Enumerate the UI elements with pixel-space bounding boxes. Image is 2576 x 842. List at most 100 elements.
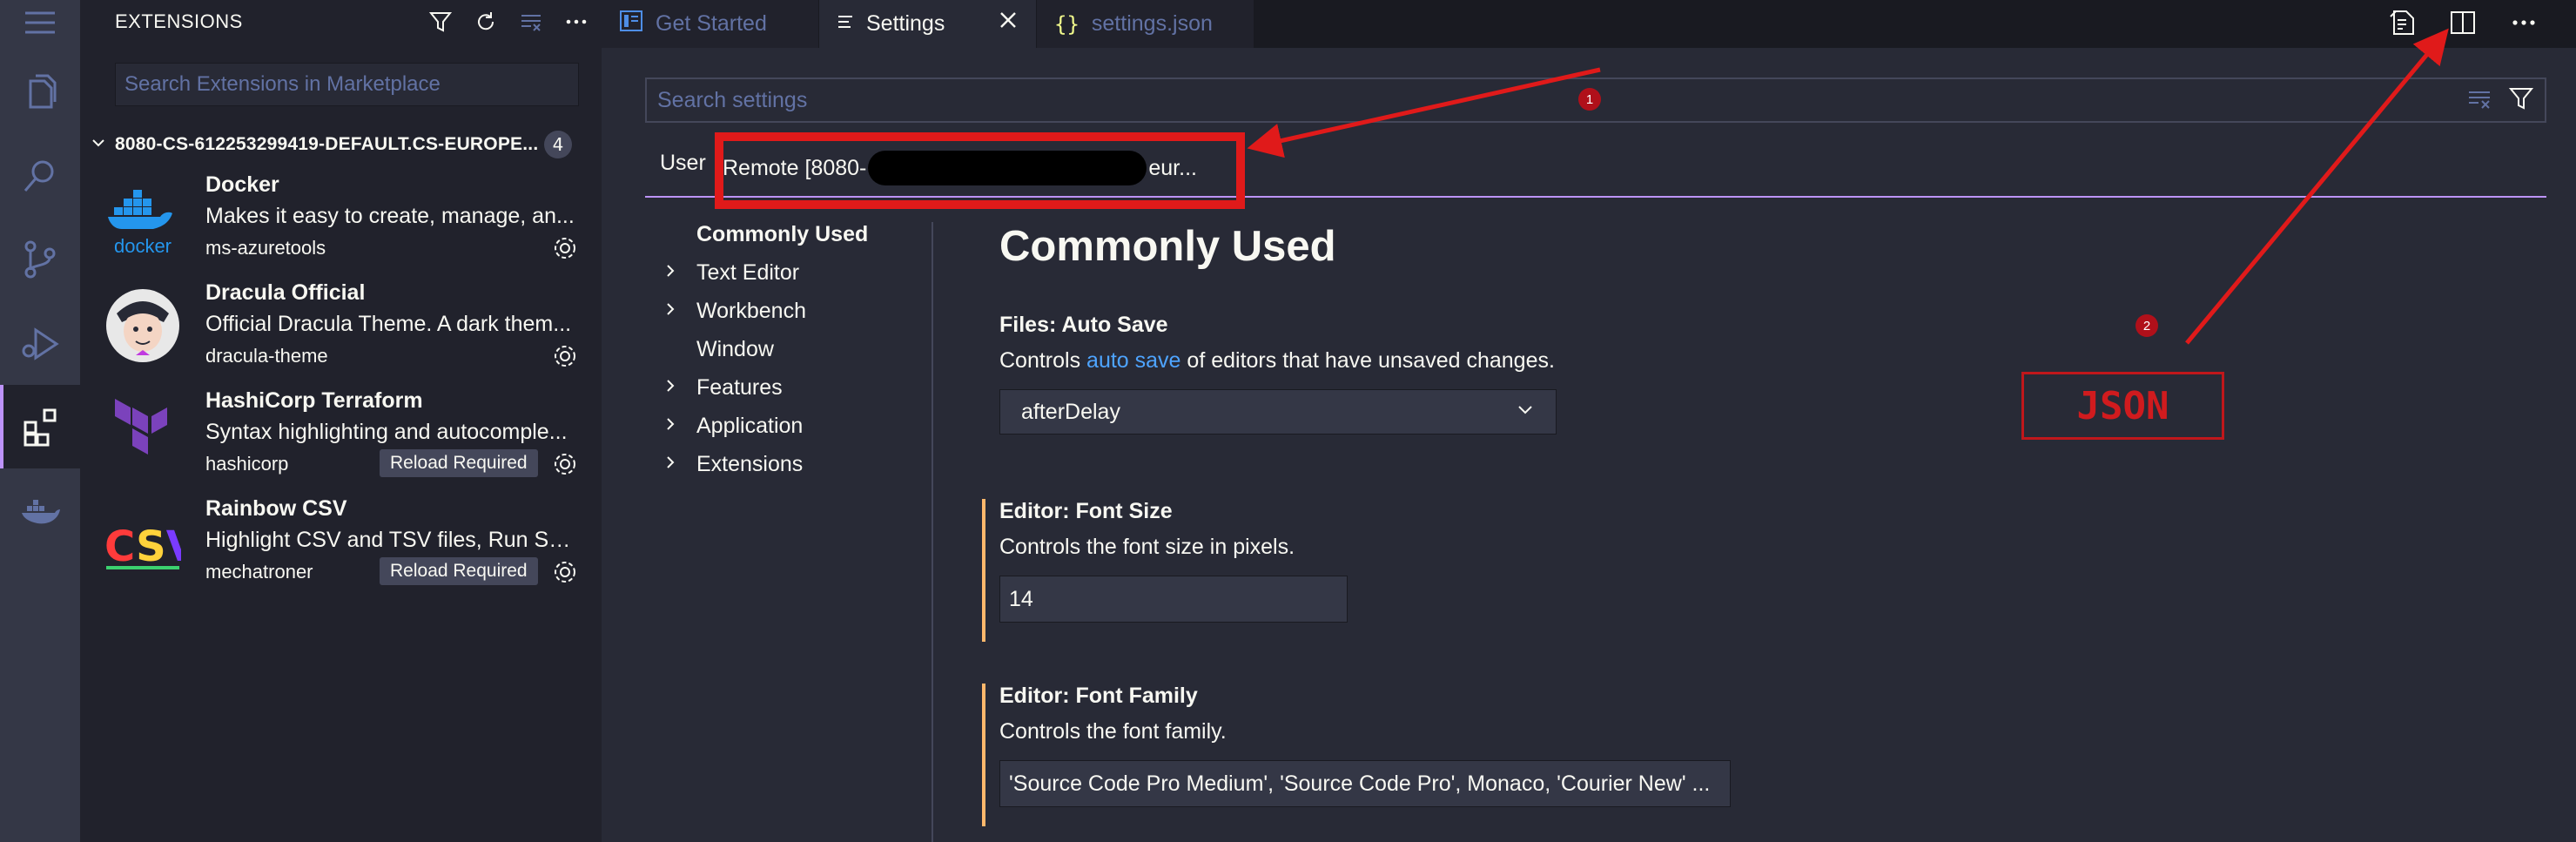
settings-search-box[interactable] <box>645 77 2546 123</box>
extension-item-terraform[interactable]: HashiCorp Terraform Syntax highlighting … <box>80 383 602 491</box>
setting-label: Files: Auto Save <box>999 313 1168 337</box>
auto-save-link[interactable]: auto save <box>1086 348 1180 373</box>
tab-settings[interactable]: Settings <box>819 0 1037 48</box>
setting-label: Editor: Font Size <box>999 499 1173 523</box>
docker-icon[interactable] <box>0 468 80 552</box>
reload-required-badge[interactable]: Reload Required <box>380 557 538 585</box>
tab-user-settings[interactable]: User <box>660 151 706 176</box>
extension-description: Official Dracula Theme. A dark them... <box>205 312 572 336</box>
explorer-icon[interactable] <box>0 51 80 134</box>
open-settings-json-icon[interactable] <box>2384 5 2419 40</box>
extension-description: Highlight CSV and TSV files, Run SQ... <box>205 528 580 552</box>
section-title: Commonly Used <box>999 223 1336 270</box>
toc-label: Features <box>696 374 783 400</box>
toc-item-application[interactable]: Application <box>645 407 941 445</box>
toc-label: Commonly Used <box>696 221 869 246</box>
tab-label: Get Started <box>656 11 767 36</box>
toc-item-commonly-used[interactable]: Commonly Used <box>645 215 941 253</box>
setting-files-auto-save: Files: Auto Save Controls auto save of e… <box>982 313 1766 434</box>
tab-label: settings.json <box>1091 11 1213 36</box>
extension-name: HashiCorp Terraform <box>205 388 423 413</box>
remote-scope-suffix: eur... <box>1148 155 1197 180</box>
reload-required-badge[interactable]: Reload Required <box>380 449 538 477</box>
clear-search-icon[interactable] <box>2466 85 2492 115</box>
settings-lines-icon <box>837 12 854 37</box>
setting-description: Controls the font size in pixels. <box>999 535 1295 559</box>
remote-group-header[interactable]: 8080-CS-612253299419-DEFAULT.CS-EUROPE..… <box>80 127 602 162</box>
extension-name: Docker <box>205 172 279 197</box>
manage-gear-icon[interactable] <box>550 449 580 479</box>
extension-publisher: ms-azuretools <box>205 237 326 259</box>
source-control-icon[interactable] <box>0 218 80 301</box>
manage-gear-icon[interactable] <box>550 233 580 263</box>
tab-label: Settings <box>866 11 945 36</box>
extensions-icon[interactable] <box>0 385 80 468</box>
dracula-logo-icon <box>104 287 181 364</box>
setting-editor-font-family: Editor: Font Family Controls the font fa… <box>982 684 1766 826</box>
remote-group-name: 8080-CS-612253299419-DEFAULT.CS-EUROPE..… <box>115 134 539 154</box>
redaction-mark <box>868 151 1147 185</box>
more-actions-icon[interactable] <box>563 7 589 37</box>
search-icon[interactable] <box>0 134 80 218</box>
chevron-right-icon <box>664 376 676 399</box>
tab-settings-json[interactable]: {} settings.json <box>1037 0 1254 48</box>
extension-description: Makes it easy to create, manage, an... <box>205 204 575 228</box>
chevron-right-icon <box>664 261 676 284</box>
font-size-input[interactable]: 14 <box>999 576 1348 623</box>
setting-description: Controls auto save of editors that have … <box>999 348 1555 373</box>
extensions-search-input[interactable] <box>124 72 569 97</box>
toc-item-text-editor[interactable]: Text Editor <box>645 253 941 292</box>
close-icon[interactable] <box>998 9 1019 37</box>
json-braces-icon: {} <box>1054 11 1079 37</box>
filter-icon[interactable] <box>427 7 454 37</box>
tab-get-started[interactable]: Get Started <box>602 0 819 48</box>
extension-publisher: mechatroner <box>205 561 313 583</box>
docker-logo-icon: docker <box>104 179 181 257</box>
extensions-search-box[interactable] <box>115 63 579 106</box>
split-editor-icon[interactable] <box>2445 5 2480 40</box>
toc-label: Extensions <box>696 451 804 476</box>
extension-publisher: hashicorp <box>205 453 289 475</box>
refresh-icon[interactable] <box>473 7 499 37</box>
extension-item-rainbow-csv[interactable]: CSV Rainbow CSV Highlight CSV and TSV fi… <box>80 491 602 599</box>
toc-divider <box>932 222 933 842</box>
toc-item-workbench[interactable]: Workbench <box>645 292 941 330</box>
more-actions-icon[interactable] <box>2506 5 2541 40</box>
toc-item-extensions[interactable]: Extensions <box>645 445 941 483</box>
settings-search-input[interactable] <box>657 87 2466 113</box>
setting-description: Controls the font family. <box>999 719 1227 744</box>
manage-gear-icon[interactable] <box>550 341 580 371</box>
auto-save-value: afterDelay <box>1021 399 1120 424</box>
terraform-logo-icon <box>104 395 181 472</box>
chevron-right-icon <box>664 300 676 322</box>
toc-label: Text Editor <box>696 259 800 285</box>
chevron-down-icon <box>1516 400 1535 425</box>
settings-scope-tabs: User Remote [8080- eur... <box>645 138 2546 198</box>
setting-editor-font-size: Editor: Font Size Controls the font size… <box>982 499 1766 642</box>
clear-extensions-icon[interactable] <box>518 7 544 37</box>
manage-gear-icon[interactable] <box>550 557 580 587</box>
extension-description: Syntax highlighting and autocomple... <box>205 420 568 444</box>
filter-icon[interactable] <box>2508 85 2534 115</box>
run-debug-icon[interactable] <box>0 301 80 385</box>
auto-save-dropdown[interactable]: afterDelay <box>999 389 1557 434</box>
toc-item-window[interactable]: Window <box>645 330 941 368</box>
remote-scope-prefix: Remote [8080- <box>723 155 867 180</box>
chevron-right-icon <box>664 414 676 437</box>
extension-item-dracula[interactable]: Dracula Official Official Dracula Theme.… <box>80 275 602 383</box>
font-family-input[interactable]: 'Source Code Pro Medium', 'Source Code P… <box>999 760 1731 807</box>
extension-name: Rainbow CSV <box>205 496 347 521</box>
toc-label: Workbench <box>696 298 806 323</box>
toc-label: Application <box>696 413 804 438</box>
chevron-right-icon <box>664 453 676 475</box>
chevron-down-icon <box>91 134 108 156</box>
editor-tab-bar: Get Started Settings {} settings.json <box>602 0 2576 48</box>
setting-label: Editor: Font Family <box>999 684 1198 708</box>
sidebar-title: EXTENSIONS <box>115 10 243 32</box>
tab-remote-settings[interactable]: Remote [8080- eur... <box>723 151 1197 185</box>
extension-item-docker[interactable]: docker Docker Makes it easy to create, m… <box>80 167 602 275</box>
toc-item-features[interactable]: Features <box>645 368 941 407</box>
extension-name: Dracula Official <box>205 280 366 305</box>
activity-bar <box>0 0 80 842</box>
settings-toc: Commonly Used Text Editor Workbench Wind… <box>645 215 941 483</box>
